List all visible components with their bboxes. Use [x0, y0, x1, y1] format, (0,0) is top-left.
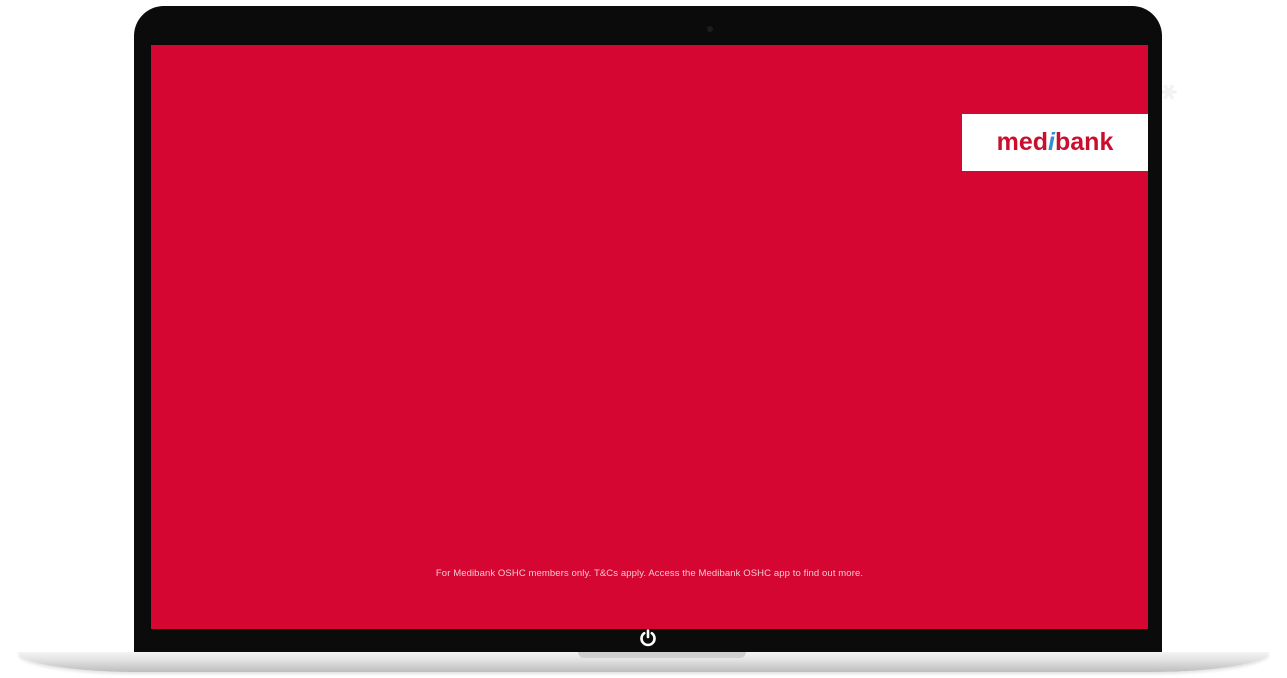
laptop-base-notch: [578, 652, 746, 658]
laptop-screen: medibank For Medibank OSHC members only.…: [151, 45, 1148, 629]
brand-logo-text: medibank: [996, 128, 1114, 156]
power-icon: [640, 629, 656, 647]
laptop-mockup: ✱ ✱ medibank For Medibank OSHC members o…: [0, 0, 1287, 678]
camera-icon: [707, 26, 713, 32]
brand-logo[interactable]: medibank: [962, 114, 1148, 171]
power-button[interactable]: [637, 627, 659, 649]
laptop-base: [18, 652, 1269, 672]
disclaimer-text: For Medibank OSHC members only. T&Cs app…: [435, 568, 864, 579]
